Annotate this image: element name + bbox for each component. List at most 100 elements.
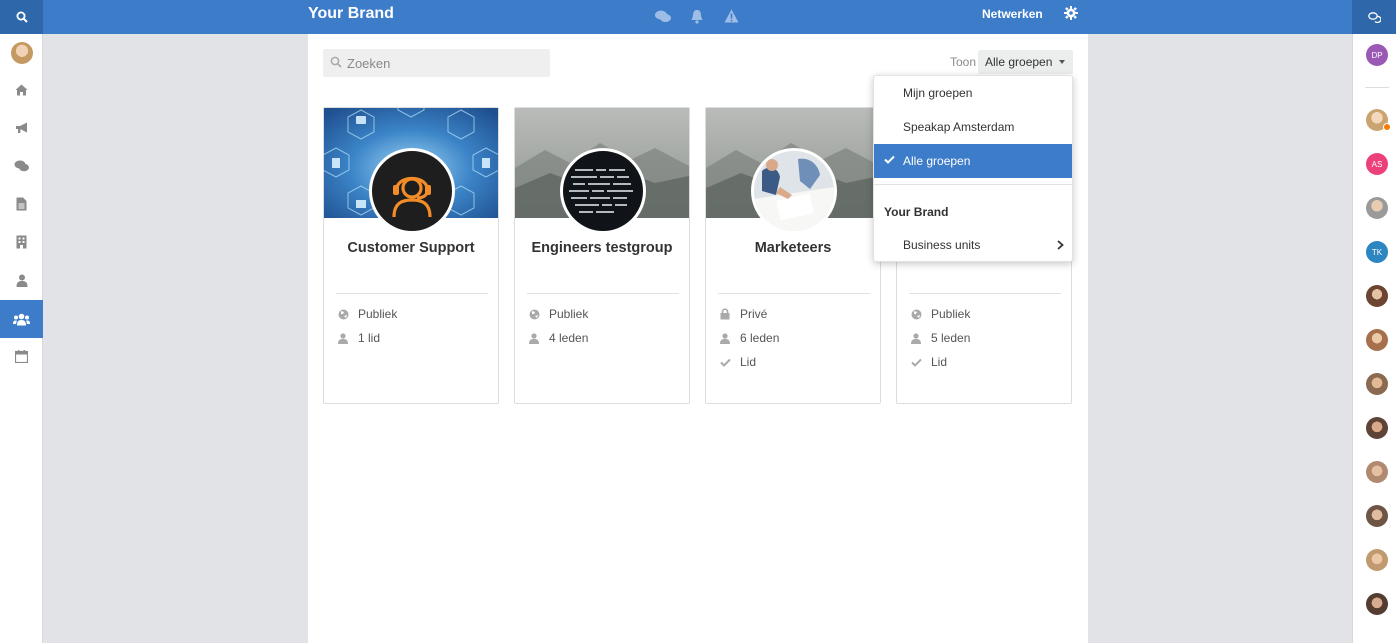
group-name[interactable]: Marketeers: [706, 240, 880, 256]
sidebar-item-chat[interactable]: [0, 147, 43, 185]
group-visibility-label: Publiek: [549, 307, 589, 321]
avatar[interactable]: DP: [1366, 44, 1388, 66]
global-search-button[interactable]: [0, 0, 43, 34]
user-icon: [528, 332, 540, 344]
group-name[interactable]: Customer Support: [324, 240, 498, 256]
sidebar-item-organization[interactable]: [0, 223, 43, 261]
users-icon: [13, 313, 30, 325]
warning-icon[interactable]: [722, 7, 740, 25]
chevron-right-icon: [1057, 240, 1064, 250]
network-menu[interactable]: Netwerken: [982, 7, 1043, 21]
divider: [874, 184, 1072, 185]
divider: [527, 293, 679, 294]
group-visibility: Publiek: [528, 307, 588, 321]
search-input[interactable]: [347, 53, 542, 73]
sidebar-item-groups[interactable]: [0, 300, 43, 338]
filter-option-business-units[interactable]: Business units: [874, 228, 1072, 262]
avatar[interactable]: [1366, 417, 1388, 439]
group-membership-label: Lid: [740, 355, 757, 369]
filter-section-title: Your Brand: [884, 205, 949, 219]
bell-icon[interactable]: [688, 7, 706, 25]
group-member-count: 1 lid: [337, 331, 380, 345]
avatar[interactable]: [1366, 109, 1391, 131]
group-visibility: Publiek: [337, 307, 397, 321]
brand-title[interactable]: Your Brand: [308, 5, 394, 23]
user-icon: [719, 332, 731, 344]
group-card-marketeers[interactable]: Marketeers Privé 6 leden Lid: [705, 107, 881, 404]
group-visibility-label: Publiek: [931, 307, 971, 321]
group-member-count: 6 leden: [719, 331, 779, 345]
user-icon: [910, 332, 922, 344]
group-visibility: Publiek: [910, 307, 970, 321]
globe-icon: [528, 309, 540, 320]
gear-icon[interactable]: [1064, 6, 1080, 22]
user-icon: [337, 332, 349, 344]
filter-option-my-groups[interactable]: Mijn groepen: [874, 76, 1072, 110]
sidebar-item-documents[interactable]: [0, 185, 43, 223]
check-icon: [884, 155, 895, 164]
avatar[interactable]: TK: [1366, 241, 1388, 263]
avatar[interactable]: [1366, 285, 1388, 307]
avatar[interactable]: [1366, 505, 1388, 527]
divider: [1365, 87, 1389, 88]
divider: [909, 293, 1061, 294]
divider: [336, 293, 488, 294]
chat-panel-button[interactable]: [1352, 0, 1396, 34]
code-screen-icon: [569, 169, 633, 213]
headset-user-icon: [392, 176, 432, 218]
group-member-count-label: 5 leden: [931, 331, 971, 345]
left-sidebar: [0, 34, 43, 643]
meeting-photo-icon: [754, 151, 834, 231]
lock-icon: [719, 308, 731, 320]
search-icon: [330, 56, 342, 68]
group-avatar: [751, 148, 837, 234]
home-icon: [15, 84, 28, 96]
check-icon: [910, 358, 922, 367]
sidebar-item-profile[interactable]: [0, 34, 43, 72]
group-member-count-label: 6 leden: [740, 331, 780, 345]
chat-bubbles-icon: [1367, 11, 1381, 23]
filter-option-label: Alle groepen: [903, 154, 971, 168]
group-name[interactable]: Engineers testgroup: [515, 240, 689, 256]
avatar[interactable]: [1366, 373, 1388, 395]
sidebar-item-home[interactable]: [0, 71, 43, 109]
megaphone-icon: [15, 122, 27, 133]
building-icon: [16, 235, 27, 249]
group-avatar: [369, 148, 455, 234]
group-card-customer-support[interactable]: Customer Support Publiek 1 lid: [323, 107, 499, 404]
filter-option-speakap-amsterdam[interactable]: Speakap Amsterdam: [874, 110, 1072, 144]
avatar[interactable]: [1366, 329, 1388, 351]
group-card-engineers-testgroup[interactable]: Engineers testgroup Publiek 4 leden: [514, 107, 690, 404]
user-icon: [16, 274, 27, 287]
avatar[interactable]: AS: [1366, 153, 1388, 175]
right-sidebar: DP AS TK: [1352, 34, 1396, 643]
check-icon: [719, 358, 731, 367]
sidebar-item-calendar[interactable]: [0, 337, 43, 375]
avatar[interactable]: [1366, 549, 1388, 571]
avatar: [10, 42, 33, 64]
globe-icon: [910, 309, 922, 320]
search-icon: [16, 11, 28, 23]
group-avatar: [560, 148, 646, 234]
group-member-count: 5 leden: [910, 331, 970, 345]
chat-icon: [14, 160, 29, 172]
group-membership-label: Lid: [931, 355, 948, 369]
avatar[interactable]: [1366, 593, 1388, 615]
top-bar: Your Brand Netwerken: [0, 0, 1396, 34]
avatar[interactable]: [1366, 197, 1388, 219]
group-visibility-label: Publiek: [358, 307, 398, 321]
globe-icon: [337, 309, 349, 320]
filter-label: Toon: [950, 55, 977, 69]
filter-option-all-groups[interactable]: Alle groepen: [874, 144, 1072, 178]
avatar[interactable]: [1366, 461, 1388, 483]
search-box[interactable]: [323, 49, 550, 77]
filter-option-label: Business units: [903, 238, 981, 252]
group-filter-select[interactable]: Alle groepen: [978, 50, 1073, 74]
group-visibility: Privé: [719, 307, 767, 321]
sidebar-item-people[interactable]: [0, 261, 43, 299]
group-filter-dropdown: Mijn groepen Speakap Amsterdam Alle groe…: [873, 75, 1073, 262]
group-member-count: 4 leden: [528, 331, 588, 345]
chat-icon[interactable]: [654, 7, 672, 25]
sidebar-item-announcements[interactable]: [0, 109, 43, 147]
document-icon: [16, 197, 27, 211]
